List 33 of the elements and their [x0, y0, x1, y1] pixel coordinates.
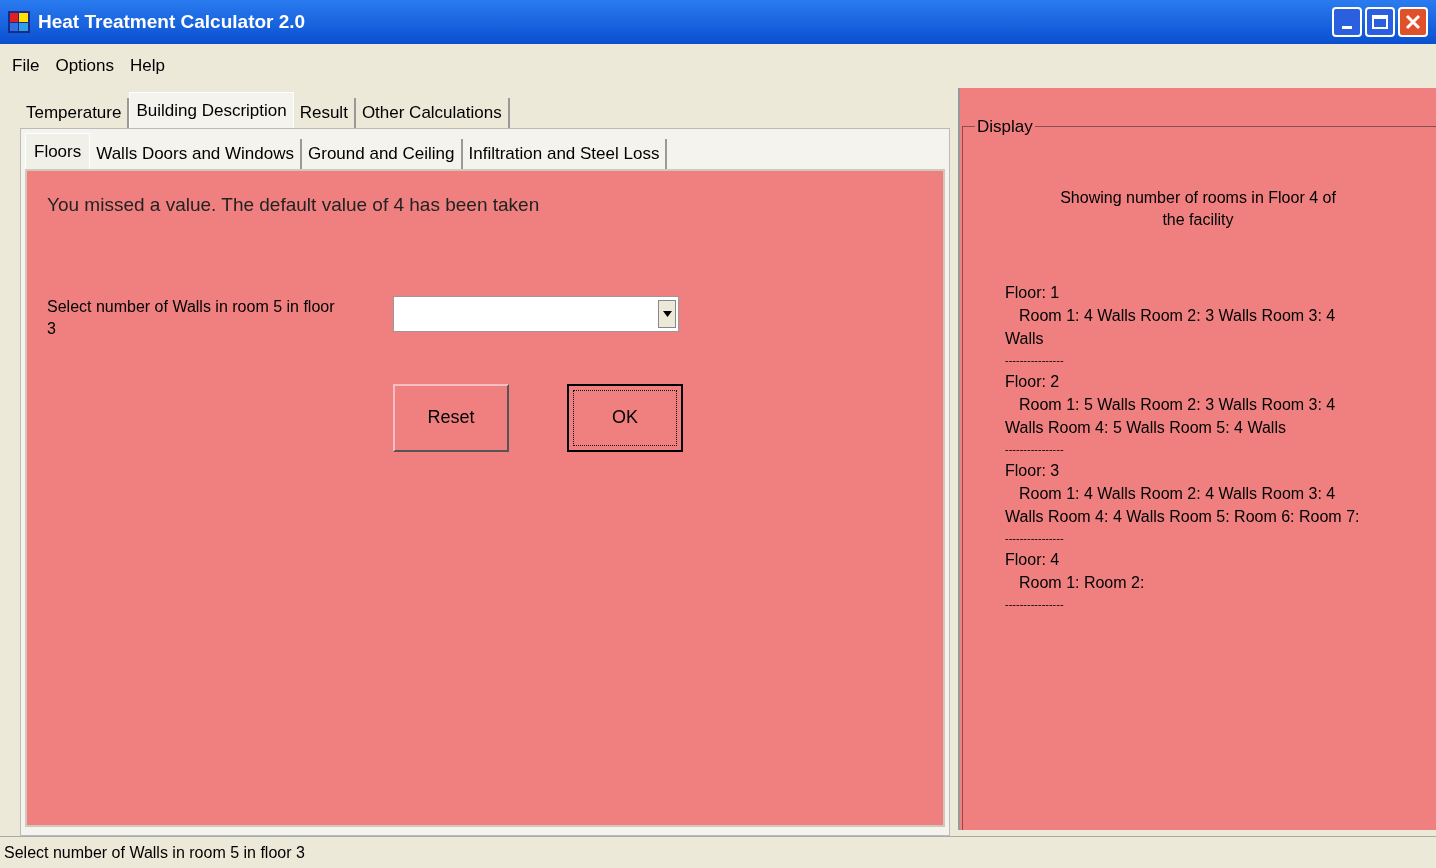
- tab[interactable]: Floors: [25, 133, 91, 169]
- floor-heading: Floor: 3: [1005, 461, 1061, 481]
- rooms-text: Room 1: Room 2:: [1018, 573, 1146, 593]
- app-icon: [8, 11, 30, 33]
- separator-text: ----------------: [1005, 531, 1065, 546]
- separator-text: ----------------: [1005, 597, 1065, 612]
- walls-dropdown[interactable]: [393, 295, 679, 332]
- floor-heading: Floor: 1: [1005, 283, 1061, 303]
- status-text: Select number of Walls in room 5 in floor 3: [4, 842, 305, 863]
- floor-heading: Floor: 2: [1005, 372, 1061, 392]
- window-title: Heat Treatment Calculator 2.0: [38, 9, 306, 34]
- rooms-text: Room 1: 4 Walls Room 2: 4 Walls Room 3: 4: [1018, 484, 1337, 504]
- minimize-button[interactable]: [1332, 7, 1362, 37]
- menu-item[interactable]: File: [12, 53, 40, 79]
- rooms-text: Room 1: 5 Walls Room 2: 3 Walls Room 3: 4: [1018, 395, 1337, 415]
- rooms-text: Walls Room 4: 5 Walls Room 5: 4 Walls: [1005, 418, 1287, 438]
- warning-message: You missed a value. The default value of 4 has been taken: [47, 193, 541, 217]
- display-heading: Showing number of rooms in Floor 4 of the facility: [1059, 188, 1337, 230]
- menu-item[interactable]: Options: [55, 53, 114, 79]
- dialog-button[interactable]: OK: [567, 383, 683, 452]
- floor-heading: Floor: 4: [1005, 550, 1061, 570]
- rooms-text: Room 1: 4 Walls Room 2: 3 Walls Room 3: 4: [1018, 306, 1337, 326]
- maximize-button[interactable]: [1365, 7, 1395, 37]
- dialog-button[interactable]: Reset: [393, 383, 509, 452]
- menu-item[interactable]: Help: [130, 53, 165, 79]
- separator-text: ----------------: [1005, 353, 1065, 368]
- tab[interactable]: Building Description: [129, 92, 294, 128]
- rooms-text: Walls Room 4: 4 Walls Room 5: Room 6: Room 7:: [1005, 507, 1361, 527]
- rooms-text: Walls: [1005, 329, 1045, 349]
- close-button[interactable]: [1398, 7, 1428, 37]
- close-icon: [1405, 14, 1421, 30]
- field-label: Select number of Walls in room 5 in floor 3: [47, 296, 336, 339]
- separator-text: ----------------: [1005, 442, 1065, 457]
